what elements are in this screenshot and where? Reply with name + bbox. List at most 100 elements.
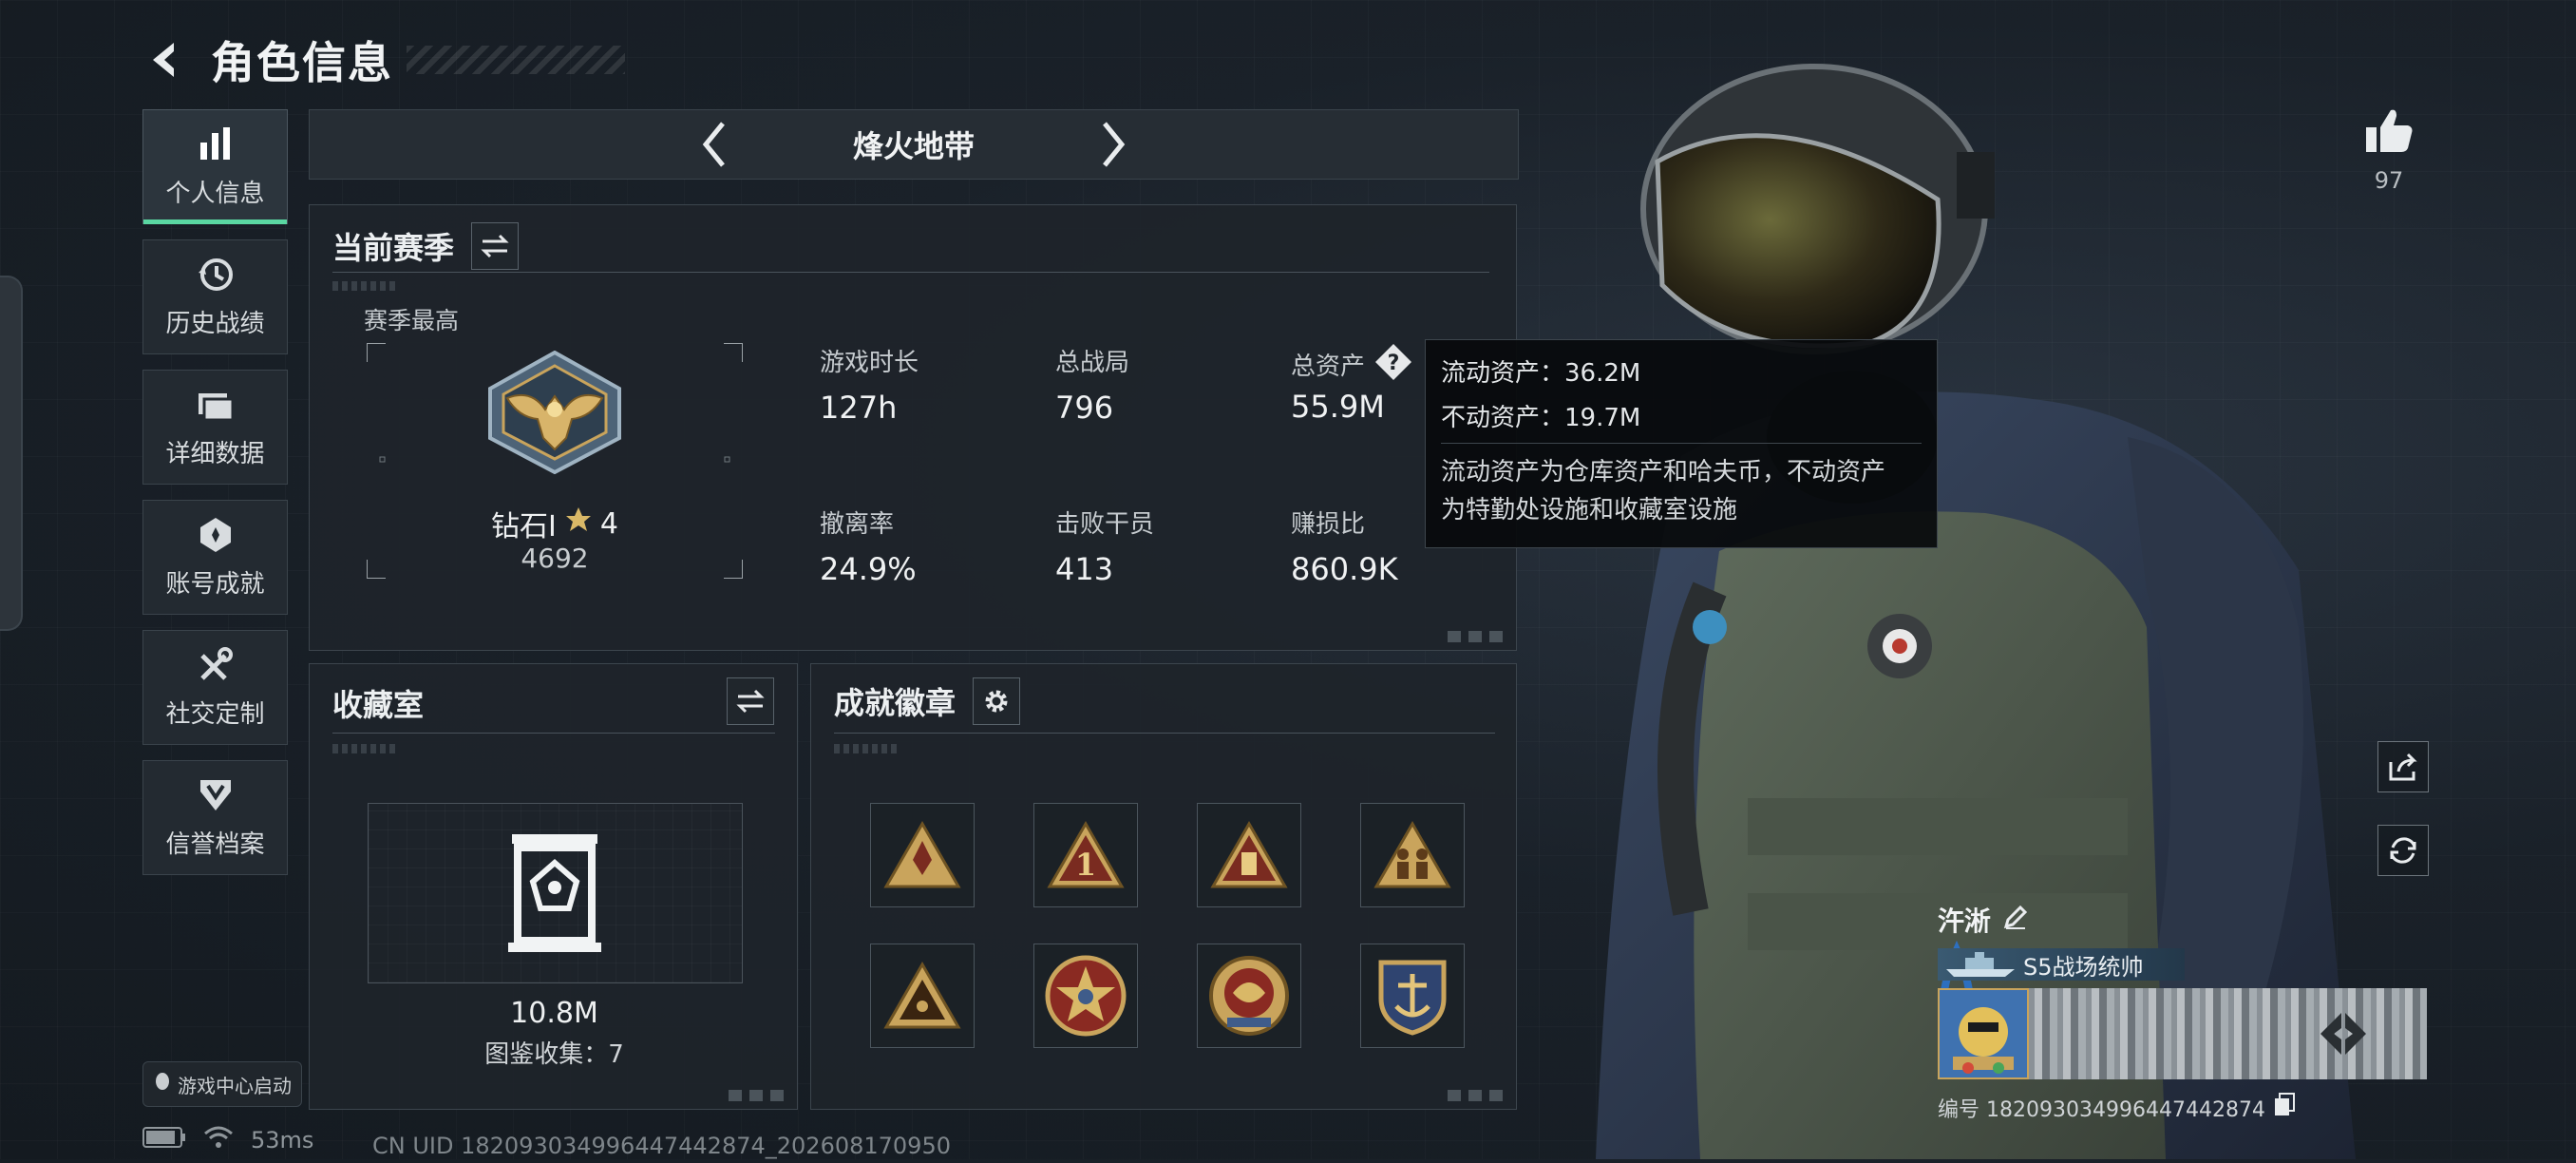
stat-label: 撤离率	[820, 510, 895, 539]
stat-label: 总战局	[1055, 349, 1130, 377]
sidebar-item-credit[interactable]: 信誉档案	[142, 760, 288, 875]
stat-total-assets: 总资产 ? 55.9M	[1291, 343, 1412, 425]
soldiers-badge-icon[interactable]	[1360, 803, 1465, 907]
mode-next-button[interactable]	[1089, 116, 1137, 173]
badges-divider	[834, 733, 1495, 734]
season-best-label: 赛季最高	[364, 307, 460, 334]
gear-icon	[985, 690, 1008, 713]
diamond-rank-emblem-icon	[479, 350, 631, 478]
tooltip-description-line1: 流动资产为仓库资产和哈夫币，不动资产	[1441, 458, 1886, 486]
mode-prev-button[interactable]	[691, 116, 738, 173]
sidebar-item-label: 信誉档案	[165, 830, 265, 859]
rank-name: 钻石I	[491, 510, 557, 543]
stat-play-time: 游戏时长 127h	[820, 343, 919, 426]
rank-score: 4692	[521, 543, 589, 574]
achievement-badges-panel: 成就徽章 1	[810, 663, 1517, 1110]
stat-profit-ratio: 赚损比 860.9K	[1291, 505, 1398, 587]
corner-decoration	[729, 1090, 786, 1101]
tower-badge-icon[interactable]	[1197, 803, 1301, 907]
history-icon	[196, 255, 236, 295]
help-icon[interactable]: ?	[1374, 343, 1412, 385]
game-center-label: 游戏中心启动	[178, 1074, 292, 1097]
sidebar-item-achievements[interactable]: 账号成就	[142, 500, 288, 615]
tools-icon	[196, 645, 236, 685]
status-bar: 53ms	[142, 1126, 313, 1154]
player-name-row: 汻淅	[1938, 901, 2432, 939]
stat-label: 赚损比	[1291, 510, 1366, 539]
stat-extract-rate: 撤离率 24.9%	[820, 505, 917, 587]
like-button[interactable]: 97	[2356, 105, 2422, 194]
stat-value: 796	[1055, 390, 1114, 426]
header: 角色信息	[142, 27, 625, 93]
assets-tooltip: 流动资产：36.2M 不动资产：19.7M 流动资产为仓库资产和哈夫币，不动资产…	[1425, 339, 1938, 548]
laurel-badge-icon[interactable]	[1197, 944, 1301, 1048]
stat-value: 55.9M	[1291, 389, 1385, 425]
sidebar-item-details[interactable]: 详细数据	[142, 370, 288, 485]
stat-value: 860.9K	[1291, 551, 1398, 587]
back-arrow-icon	[153, 43, 174, 77]
page-title: 角色信息	[211, 37, 393, 88]
badge-settings-button[interactable]	[973, 677, 1021, 725]
tooltip-description-line2: 为特勤处设施和收藏室设施	[1441, 496, 1738, 524]
swap-icon	[736, 689, 765, 714]
triangle-badge-icon[interactable]	[870, 803, 975, 907]
player-banner	[1938, 988, 2427, 1079]
stat-label: 击败干员	[1055, 510, 1155, 539]
player-card[interactable]: 汻淅 S5战场统帅 编号 182093034996447442874	[1938, 901, 2432, 1123]
swap-icon	[481, 234, 509, 258]
eye-triangle-badge-icon[interactable]	[870, 944, 975, 1048]
decoration-lines	[332, 281, 399, 291]
player-title-text: S5战场统帅	[2023, 953, 2144, 981]
tooltip-liquid-assets: 流动资产：36.2M	[1441, 359, 1641, 388]
tooltip-divider	[1441, 443, 1922, 444]
copy-icon[interactable]	[2273, 1093, 2296, 1123]
uid-text: CN UID 182093034996447442874_20260817095…	[372, 1133, 951, 1159]
collection-switch-button[interactable]	[727, 677, 774, 725]
sidebar-item-history[interactable]: 历史战绩	[142, 239, 288, 354]
mode-selector: 烽火地带	[309, 109, 1519, 180]
chevron-left-icon	[702, 122, 725, 167]
rank-frame: 钻石I 4 4692	[367, 343, 743, 579]
wifi-icon	[203, 1126, 234, 1154]
collection-room-preview[interactable]	[368, 803, 743, 983]
edit-icon[interactable]	[2002, 904, 2029, 937]
anchor-shield-badge-icon[interactable]	[1360, 944, 1465, 1048]
like-count: 97	[2374, 167, 2404, 194]
sidebar-item-label: 社交定制	[165, 700, 265, 729]
season-title: 当前赛季	[332, 230, 455, 266]
achievement-icon	[196, 515, 236, 555]
number-one-badge-icon[interactable]: 1	[1033, 803, 1138, 907]
sidebar-item-label: 详细数据	[165, 440, 265, 468]
chevron-right-icon	[1103, 122, 1126, 167]
side-drawer-handle[interactable]	[0, 276, 23, 631]
corner-decoration	[1448, 1090, 1505, 1101]
player-avatar[interactable]	[1938, 988, 2029, 1079]
stat-label: 总资产	[1291, 352, 1366, 381]
corner-decoration	[1448, 631, 1505, 642]
folder-icon	[196, 385, 236, 425]
ping-text: 53ms	[251, 1127, 314, 1153]
stat-operators-defeated: 击败干员 413	[1055, 505, 1154, 587]
stat-total-matches: 总战局 796	[1055, 343, 1129, 426]
rank-stars: 4	[599, 506, 618, 541]
stat-value: 127h	[820, 390, 898, 426]
tooltip-fixed-assets: 不动资产：19.7M	[1441, 404, 1641, 432]
collection-count: 图鉴收集：7	[484, 1040, 624, 1069]
share-button[interactable]	[2377, 741, 2429, 792]
vault-icon	[504, 832, 605, 960]
season-divider	[332, 272, 1489, 273]
rotate-model-button[interactable]	[2377, 825, 2429, 876]
player-name: 汻淅	[1938, 906, 1992, 937]
star-icon	[564, 505, 593, 542]
sidebar-item-social[interactable]: 社交定制	[142, 630, 288, 745]
sidebar: 个人信息 历史战绩 详细数据 账号成就 社交定制 信誉档案	[142, 109, 290, 890]
back-button[interactable]	[142, 36, 190, 84]
star-shield-badge-icon[interactable]	[1033, 944, 1138, 1048]
share-icon	[2389, 753, 2417, 781]
sidebar-item-personal-info[interactable]: 个人信息	[142, 109, 288, 224]
stat-value: 24.9%	[820, 551, 917, 587]
season-switch-button[interactable]	[471, 222, 520, 270]
collection-divider	[332, 733, 775, 734]
game-center-launch-button[interactable]: 游戏中心启动	[142, 1061, 302, 1107]
refresh-icon	[2390, 837, 2416, 864]
